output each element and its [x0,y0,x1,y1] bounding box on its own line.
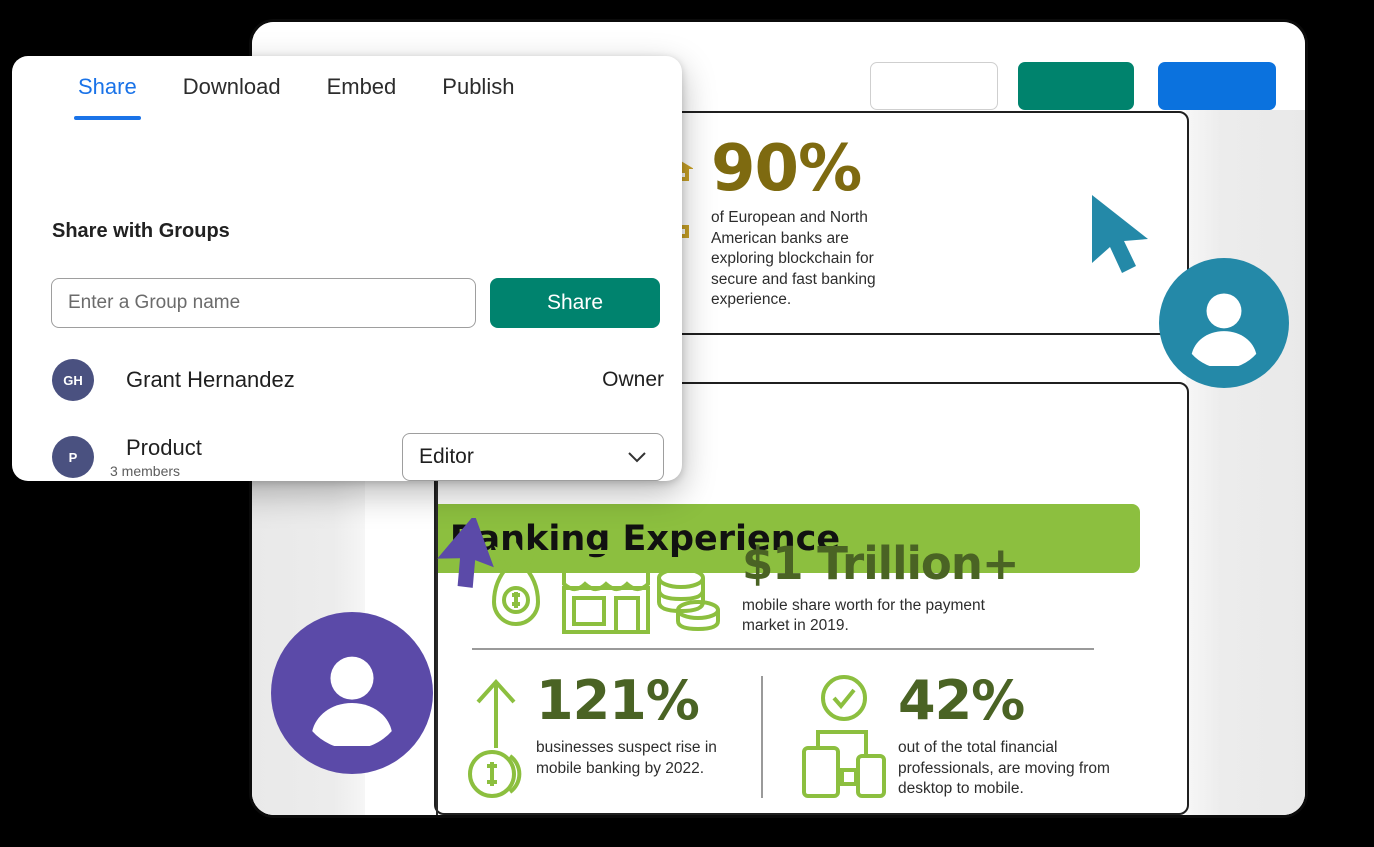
toolbar-button-primary-blue[interactable] [1158,62,1276,110]
stat-trillion-block: $1 Trillion+ mobile share worth for the … [476,534,1032,642]
right-panel [1186,110,1305,815]
stat-trillion-description: mobile share worth for the payment marke… [742,596,1032,637]
member-name: Grant Hernandez [126,367,295,393]
stat-90-description: of European and North American banks are… [711,208,916,311]
member-row-group: P Product 3 members Editor [52,433,664,481]
tab-embed[interactable]: Embed [325,68,399,106]
tab-share[interactable]: Share [76,68,139,106]
member-role-owner: Owner [602,368,664,392]
presence-avatar-purple[interactable] [271,612,433,774]
devices-check-icon [796,674,892,802]
person-icon [299,640,405,746]
stat-trillion-value: $1 Trillion+ [742,540,1032,588]
stat-42-value: 42% [898,674,1110,728]
bottom-stats-row: 121% businesses suspect rise in mobile b… [458,674,1110,802]
share-dialog-tabs: Share Download Embed Publish [12,56,682,118]
role-select-value: Editor [419,445,474,469]
tab-download[interactable]: Download [181,68,283,106]
avatar-initials: GH [52,359,94,401]
tab-publish[interactable]: Publish [440,68,516,106]
toolbar-button-outline[interactable] [870,62,998,110]
share-button[interactable]: Share [490,278,660,328]
screenshot-root: % population ockchain [0,0,1374,847]
presence-avatar-teal[interactable] [1159,258,1289,388]
group-name-input[interactable] [51,278,476,328]
share-with-groups-title: Share with Groups [52,220,230,243]
member-row-owner: GH Grant Hernandez Owner [52,359,664,401]
stat-42-block: 42% out of the total financial professio… [796,674,1110,802]
stat-121-description: businesses suspect rise in mobile bankin… [536,738,718,779]
member-subtitle: 3 members [110,463,202,479]
avatar-initials: P [52,436,94,478]
role-select-editor[interactable]: Editor [402,433,664,481]
stat-42-description: out of the total financial professionals… [898,738,1110,800]
stat-90-value: 90% [711,139,916,199]
stat-121-block: 121% businesses suspect rise in mobile b… [458,674,758,802]
member-name: Product [126,435,202,461]
stat-121-value: 121% [536,674,718,728]
cursor-teal [1088,193,1158,278]
toolbar-button-primary-teal[interactable] [1018,62,1134,110]
money-shop-coins-icon [476,534,726,642]
chevron-down-icon [627,451,647,463]
person-icon [1181,280,1267,366]
cursor-purple [428,518,494,598]
arrow-up-coin-icon [458,674,534,800]
share-dialog: Share Download Embed Publish Share with … [12,56,682,481]
card-bottom-divider [472,648,1094,650]
bottom-stats-separator [761,676,763,798]
